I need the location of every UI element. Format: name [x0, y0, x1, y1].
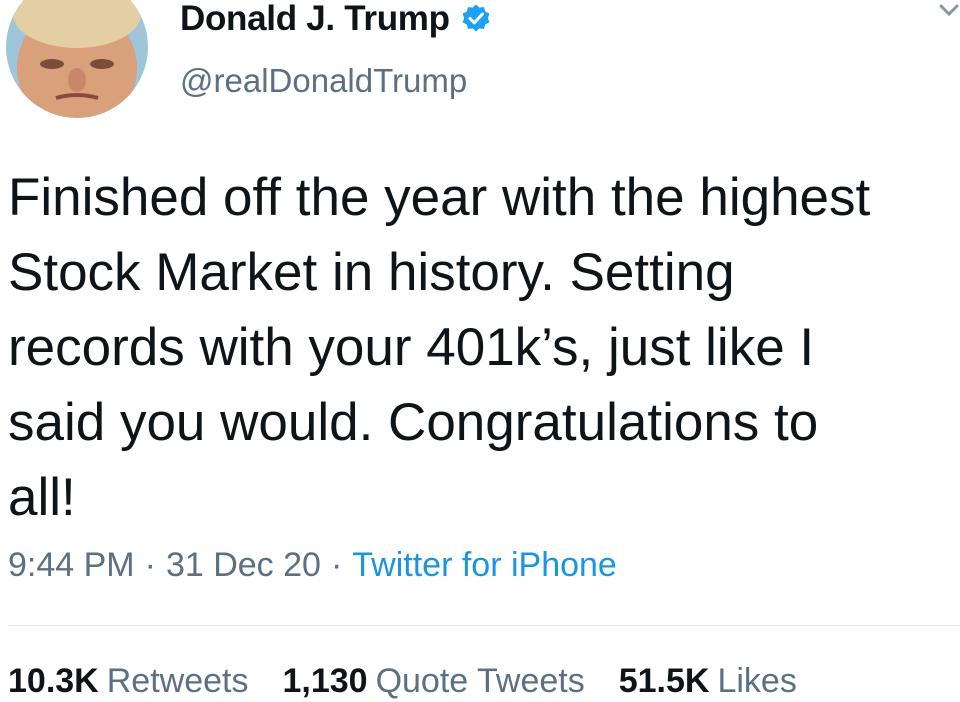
quote-tweets-label: Quote Tweets [375, 662, 585, 700]
divider [8, 625, 960, 626]
profile-photo [6, 0, 148, 118]
retweets-label: Retweets [106, 662, 249, 700]
chevron-down-icon[interactable] [938, 2, 960, 20]
tweet-time[interactable]: 9:44 PM [8, 546, 135, 584]
meta-separator: · [144, 546, 156, 584]
meta-separator: · [330, 546, 343, 584]
tweet-text: Finished off the year with the highest S… [8, 168, 871, 527]
likes-label: Likes [717, 662, 797, 700]
likes-stat[interactable]: 51.5K Likes [619, 662, 797, 701]
quote-tweets-count: 1,130 [282, 662, 368, 700]
tweet-meta: 9:44 PM · 31 Dec 20 · Twitter for iPhone [8, 546, 617, 585]
retweets-stat[interactable]: 10.3K Retweets [8, 662, 248, 701]
tweet-source-link[interactable]: Twitter for iPhone [352, 546, 617, 584]
quote-tweets-stat[interactable]: 1,130 Quote Tweets [282, 662, 584, 701]
likes-count: 51.5K [618, 662, 710, 700]
tweet-date[interactable]: 31 Dec 20 [166, 546, 321, 584]
tweet-detail: Donald J. Trump @realDonaldTrump Finishe… [0, 0, 960, 702]
avatar[interactable] [6, 0, 148, 118]
display-name[interactable]: Donald J. Trump [180, 0, 450, 39]
tweet-stats: 10.3K Retweets 1,130 Quote Tweets 51.5K Lik… [8, 662, 797, 701]
author-name-row[interactable]: Donald J. Trump [180, 0, 492, 44]
retweets-count: 10.3K [8, 662, 99, 700]
verified-badge-icon [460, 3, 492, 35]
author-handle[interactable]: @realDonaldTrump [180, 62, 467, 100]
